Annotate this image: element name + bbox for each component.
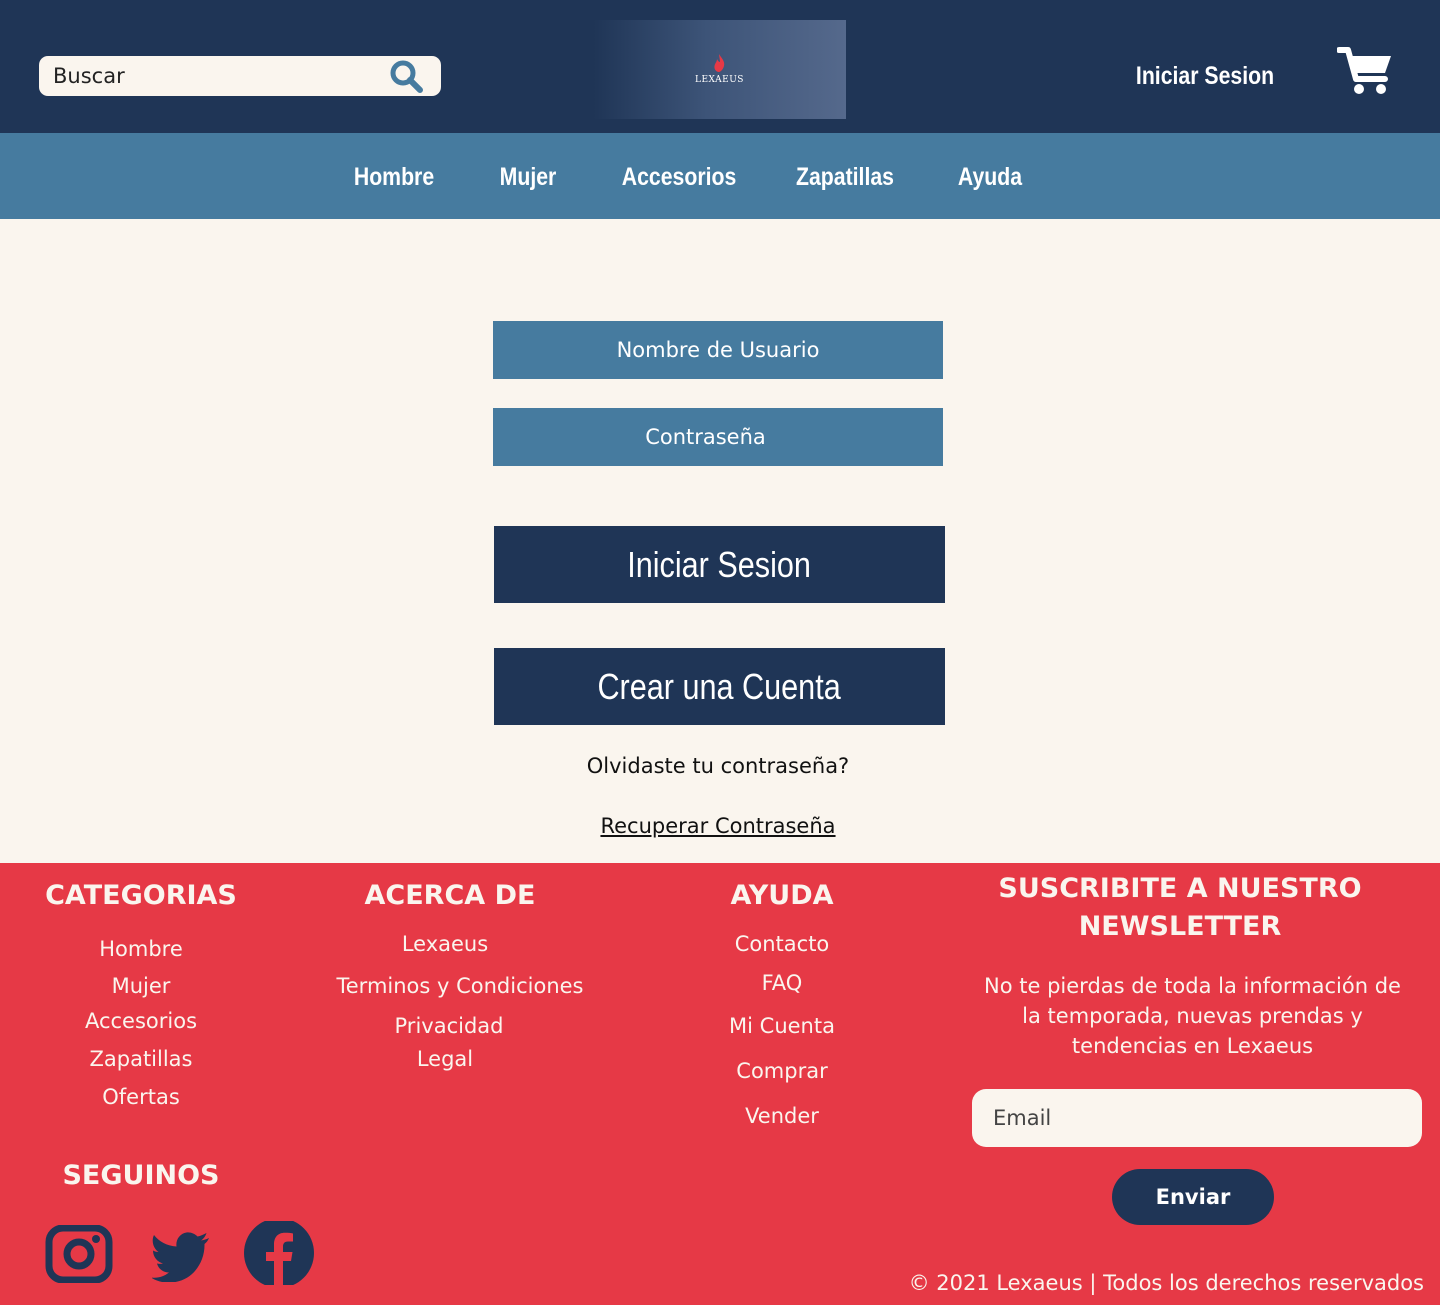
footer-link-hombre[interactable]: Hombre [41, 937, 241, 961]
newsletter-description: No te pierdas de toda la información de … [965, 971, 1420, 1061]
footer-link-mi-cuenta[interactable]: Mi Cuenta [682, 1014, 882, 1038]
forgot-password-text: Olvidaste tu contraseña? [586, 754, 850, 778]
flame-icon [714, 54, 725, 72]
password-field[interactable] [493, 408, 943, 466]
footer-social-title: SEGUINOS [62, 1160, 220, 1191]
footer-ayuda-title: AYUDA [730, 880, 834, 911]
instagram-icon[interactable] [45, 1225, 113, 1283]
newsletter-email-input[interactable] [972, 1089, 1422, 1147]
footer-link-terminos[interactable]: Terminos y Condiciones [320, 974, 600, 998]
create-account-button[interactable]: Crear una Cuenta [494, 648, 945, 725]
login-button[interactable]: Iniciar Sesion [494, 526, 945, 603]
copyright-text: © 2021 Lexaeus | Todos los derechos rese… [908, 1271, 1424, 1295]
footer-link-ofertas[interactable]: Ofertas [41, 1085, 241, 1109]
top-header: LEXAEUS Iniciar Sesion [0, 0, 1440, 133]
nav-item-accesorios[interactable]: Accesorios [622, 161, 737, 193]
footer-link-comprar[interactable]: Comprar [682, 1059, 882, 1083]
logo-text: LEXAEUS [695, 75, 744, 85]
newsletter-desc-line1: No te pierdas de toda la información de [984, 974, 1401, 998]
footer-link-privacidad[interactable]: Privacidad [324, 1014, 574, 1038]
newsletter-desc-line2: la temporada, nuevas prendas y [1022, 1004, 1363, 1028]
footer-link-faq[interactable]: FAQ [682, 971, 882, 995]
footer-link-lexaeus[interactable]: Lexaeus [320, 932, 570, 956]
username-field[interactable] [493, 321, 943, 379]
nav-item-hombre[interactable]: Hombre [353, 161, 435, 193]
nav-item-zapatillas[interactable]: Zapatillas [794, 161, 896, 193]
header-login-link[interactable]: Iniciar Sesion [1133, 58, 1278, 94]
footer: CATEGORIAS Hombre Mujer Accesorios Zapat… [0, 863, 1440, 1305]
footer-link-mujer[interactable]: Mujer [41, 974, 241, 998]
recover-password-link[interactable]: Recuperar Contraseña [493, 814, 943, 838]
nav-item-ayuda[interactable]: Ayuda [956, 161, 1024, 193]
footer-link-zapatillas[interactable]: Zapatillas [41, 1047, 241, 1071]
footer-link-contacto[interactable]: Contacto [682, 932, 882, 956]
newsletter-title-line2: NEWSLETTER [1078, 911, 1282, 942]
newsletter-title: SUSCRIBITE A NUESTRO NEWSLETTER [965, 870, 1395, 946]
newsletter-title-line1: SUSCRIBITE A NUESTRO [998, 873, 1362, 904]
footer-link-vender[interactable]: Vender [682, 1104, 882, 1128]
search-input[interactable] [53, 62, 373, 90]
nav-item-mujer[interactable]: Mujer [497, 161, 558, 193]
search-box [39, 56, 441, 96]
logo[interactable]: LEXAEUS [593, 20, 846, 119]
footer-link-legal[interactable]: Legal [320, 1047, 570, 1071]
footer-acerca-title: ACERCA DE [364, 880, 536, 911]
twitter-icon[interactable] [152, 1230, 212, 1282]
newsletter-send-button[interactable]: Enviar [1112, 1169, 1274, 1225]
cart-icon[interactable] [1337, 45, 1393, 97]
footer-link-accesorios[interactable]: Accesorios [41, 1009, 241, 1033]
newsletter-desc-line3: tendencias en Lexaeus [1071, 1034, 1314, 1058]
main-nav: Hombre Mujer Accesorios Zapatillas Ayuda [0, 133, 1440, 219]
facebook-icon[interactable] [244, 1221, 316, 1285]
footer-categorias-title: CATEGORIAS [45, 880, 237, 911]
create-account-button-label: Crear una Cuenta [597, 666, 842, 707]
login-button-label: Iniciar Sesion [627, 544, 812, 585]
search-icon[interactable] [388, 59, 424, 95]
